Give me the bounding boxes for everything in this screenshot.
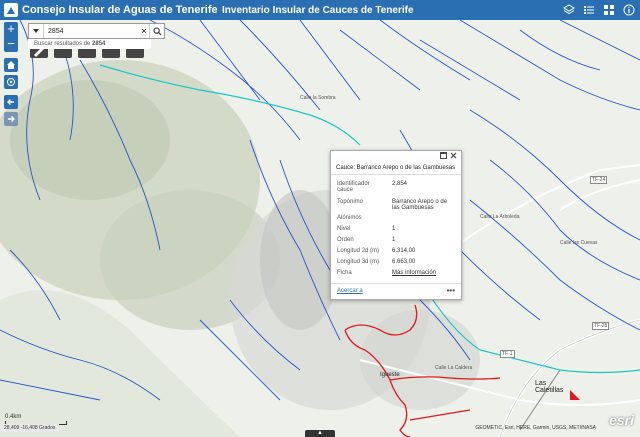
chevron-up-icon: ▲ (317, 430, 323, 436)
more-info-link[interactable]: Más información (392, 270, 456, 276)
popup-field-row: Longitud 2d (m) 6.314,00 (337, 248, 457, 256)
attribution: GEOMETIC, Esri, HERE, Garmin, USGS, METI… (475, 425, 596, 431)
popup-field-label: Longitud 2d (m) (337, 248, 380, 254)
feature-popup: Cauce: Barranco Arepo o de las Gambuesas… (330, 150, 462, 300)
popup-field-value: 6.663,00 (392, 259, 416, 265)
map-label-tf28: TF-28 (592, 322, 610, 330)
home-button[interactable] (4, 58, 18, 72)
info-icon[interactable] (622, 2, 636, 18)
maximize-icon[interactable] (440, 152, 447, 159)
app-title: Consejo Insular de Aguas de Tenerife (22, 4, 218, 16)
clear-search-button[interactable]: × (139, 26, 149, 36)
scale-label: 0.4km (5, 414, 22, 420)
map-label-la-caldera: Calle La Caldera (435, 365, 473, 371)
page-title: Inventario Insular de Cauces de Tenerife (222, 4, 414, 16)
layers-icon[interactable] (562, 2, 576, 18)
popup-field-row: Longitud 3d (m) 6.663,00 (337, 259, 457, 267)
app-header: Consejo Insular de Aguas de Tenerife Inv… (0, 0, 640, 20)
popup-field-value: Barranco Arepo o de las Gambuesas (392, 199, 448, 211)
popup-field-row: Nivel 1 (337, 226, 457, 234)
search-suggestion[interactable]: Buscar resultados de 2854 (28, 39, 151, 49)
popup-field-value: 1 (392, 237, 396, 243)
locate-button[interactable] (4, 75, 18, 89)
popup-field-label: Alónimos (337, 215, 362, 221)
bottom-panel-toggle[interactable]: ▲ (305, 430, 335, 437)
map-label-la-sombra: Calle la Sombra (300, 95, 336, 101)
basemap-gallery-icon[interactable] (602, 2, 616, 18)
map-label-igueste: Igueste (380, 372, 400, 378)
popup-field-label: Longitud 3d (m) (337, 259, 380, 265)
popup-field-label: Nivel (337, 226, 351, 232)
popup-field-row: Orden 1 (337, 237, 457, 245)
map-label-las-caletillas: Las Caletillas (535, 380, 564, 394)
search-input[interactable]: 2854 (44, 28, 139, 35)
esri-logo: esri (609, 412, 634, 428)
search-suggestion-term: 2854 (92, 41, 106, 47)
arrow-right-icon (8, 116, 15, 122)
previous-extent-button[interactable] (4, 95, 18, 109)
zoom-to-link[interactable]: Acercar a (337, 288, 363, 294)
locate-icon (7, 78, 15, 86)
zoom-out-button[interactable]: − (4, 37, 18, 52)
popup-field-row: Ficha Más información (337, 270, 457, 278)
popup-title: Cauce: Barranco Arepo o de las Gambuesas (331, 161, 461, 175)
caret-down-icon (33, 29, 39, 33)
arrow-left-icon (7, 99, 14, 105)
popup-field-label: Identificador cauce (337, 181, 370, 193)
map-canvas[interactable] (0, 0, 640, 437)
popup-field-label: Orden (337, 237, 354, 243)
map-label-cuevas: Calle las Cuevas (560, 240, 598, 246)
search-icon (152, 26, 161, 35)
popup-field-value: 6.314,00 (392, 248, 416, 254)
zoom-control: + − (4, 22, 18, 52)
next-extent-button[interactable] (4, 112, 18, 126)
map-label-tf24: TF-24 (590, 176, 608, 184)
popup-field-label: Ficha (337, 270, 352, 276)
home-icon (7, 61, 15, 69)
search-widget: 2854 × (28, 23, 165, 39)
popup-field-value: 1 (392, 226, 396, 232)
map-label-tf1: TF-1 (500, 350, 515, 358)
search-button[interactable] (149, 24, 164, 38)
popup-field-row: Alónimos (337, 215, 457, 223)
popup-field-value: 2.854 (392, 181, 408, 187)
map-label-la-arboleda: Calle La Arboleda (480, 214, 520, 220)
zoom-in-button[interactable]: + (4, 22, 18, 37)
search-suggestion-prefix: Buscar resultados de (34, 41, 91, 47)
close-icon[interactable] (450, 152, 457, 159)
app-logo-icon (4, 3, 18, 17)
search-source-dropdown[interactable] (29, 24, 44, 38)
coordinates-readout: 28,409 -16,408 Grados (0, 424, 60, 432)
popup-field-label: Topónimo (337, 199, 364, 205)
popup-field-row: Topónimo Barranco Arepo o de las Gambues… (337, 199, 457, 215)
more-actions-icon[interactable]: ••• (447, 286, 455, 295)
popup-field-row: Identificador cauce 2.854 (337, 181, 457, 195)
legend-icon[interactable] (582, 2, 596, 18)
